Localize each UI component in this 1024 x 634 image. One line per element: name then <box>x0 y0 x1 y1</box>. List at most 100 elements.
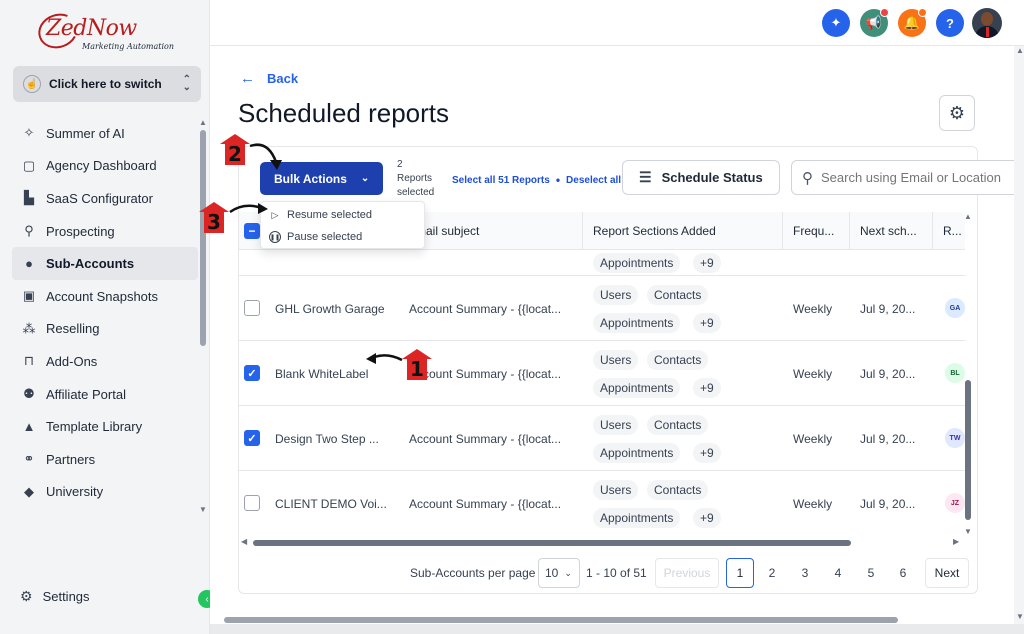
menu-item-pause-selected[interactable]: ❚❚ Pause selected <box>269 227 362 247</box>
sidebar-item-sub-accounts[interactable]: ● Sub-Accounts <box>12 247 198 280</box>
sidebar-item-prospecting[interactable]: ⚲ Prospecting <box>12 215 198 248</box>
sidebar-item-account-snapshots[interactable]: ▣ Account Snapshots <box>12 280 198 313</box>
section-chip: +9 <box>693 313 721 333</box>
account-switcher[interactable]: ☝ Click here to switch ⌃ ⌄ <box>13 66 201 102</box>
sidebar-item-settings[interactable]: ⚙ Settings <box>20 588 90 605</box>
column-report-sections[interactable]: Report Sections Added <box>582 212 782 250</box>
deselect-all-link[interactable]: Deselect all <box>566 175 621 186</box>
row-checkbox[interactable] <box>244 495 260 511</box>
scroll-left-icon[interactable]: ◀ <box>241 537 247 546</box>
row-checkbox[interactable] <box>244 300 260 316</box>
selection-links: Select all 51 Reports • Deselect all <box>452 173 621 187</box>
row-checkbox[interactable]: ✓ <box>244 365 260 381</box>
account-name: CLIENT DEMO Voi... <box>275 496 387 511</box>
page-button-6[interactable]: 6 <box>889 558 917 588</box>
scroll-thumb[interactable] <box>965 380 971 520</box>
avatar[interactable] <box>972 8 1002 38</box>
scroll-up-icon[interactable]: ▲ <box>964 212 972 221</box>
page-horizontal-scrollbar[interactable] <box>224 617 898 623</box>
page-button-1[interactable]: 1 <box>726 558 754 588</box>
sidebar-nav: ✧ Summer of AI ▢ Agency Dashboard ▙ SaaS Co… <box>12 117 198 508</box>
column-frequency[interactable]: Frequ... <box>782 212 849 250</box>
search-box: ⚲ <box>791 160 1021 195</box>
arrow-left-icon: ← <box>240 70 255 87</box>
network-icon: ⁂ <box>22 320 36 336</box>
frequency: Weekly <box>793 431 833 446</box>
sidebar-scrollbar[interactable] <box>200 130 206 346</box>
table-row[interactable]: ✓ Blank WhiteLabel Account Summary - {{l… <box>239 341 965 406</box>
sidebar-item-add-ons[interactable]: ⊓ Add-Ons <box>12 345 198 378</box>
logo-text: ZedNow <box>46 16 137 41</box>
sidebar-item-agency-dashboard[interactable]: ▢ Agency Dashboard <box>12 150 198 183</box>
previous-page-button[interactable]: Previous <box>655 558 719 588</box>
sidebar-item-reselling[interactable]: ⁂ Reselling <box>12 313 198 346</box>
select-all-link[interactable]: Select all 51 Reports <box>452 175 550 186</box>
sidebar-item-label: SaaS Configurator <box>46 190 153 206</box>
page-vertical-scrollbar[interactable]: ▲ ▼ <box>1014 46 1024 624</box>
section-chip: Appointments <box>593 378 681 398</box>
bell-icon[interactable]: 🔔 <box>898 8 927 37</box>
page-button-3[interactable]: 3 <box>791 558 819 588</box>
page-button-2[interactable]: 2 <box>758 558 786 588</box>
sidebar-scroll-up-icon[interactable]: ▲ <box>199 118 207 127</box>
scroll-down-icon[interactable]: ▼ <box>964 527 972 536</box>
back-link[interactable]: ← Back <box>240 70 298 87</box>
sparkle-icon: ✧ <box>23 125 35 141</box>
table-horizontal-scrollbar[interactable]: ◀ ▶ <box>239 537 965 548</box>
search-input[interactable] <box>821 170 1020 185</box>
page-button-4[interactable]: 4 <box>824 558 852 588</box>
scroll-thumb[interactable] <box>253 540 851 546</box>
chevron-up-down-icon: ⌃ ⌄ <box>182 74 191 93</box>
menu-item-label: Pause selected <box>287 231 363 243</box>
sidebar-scroll-down-icon[interactable]: ▼ <box>199 505 207 514</box>
brand-logo[interactable]: ZedNow Marketing Automation <box>33 8 188 56</box>
sidebar-item-summer-of-ai[interactable]: ✧ Summer of AI <box>12 117 198 150</box>
column-next-schedule[interactable]: Next sch... <box>849 212 932 250</box>
menu-item-resume-selected[interactable]: ▷ Resume selected <box>269 205 372 225</box>
per-page-select[interactable]: 10 ⌄ <box>538 558 580 588</box>
table-row[interactable]: ✓ Design Two Step ... Account Summary - … <box>239 406 965 471</box>
select-all-checkbox[interactable]: − <box>244 223 260 239</box>
back-label: Back <box>267 71 299 86</box>
frequency: Weekly <box>793 301 833 316</box>
user-icon: ● <box>25 256 33 272</box>
recipient-avatar: TW <box>945 428 965 448</box>
scroll-down-icon[interactable]: ▼ <box>1016 612 1024 621</box>
help-icon[interactable]: ? <box>936 9 964 37</box>
selection-count-number: 2 <box>397 159 403 170</box>
email-subject: Account Summary - {{locat... <box>409 366 562 381</box>
notification-dot <box>880 8 889 17</box>
account-name: Design Two Step ... <box>275 431 379 446</box>
row-checkbox[interactable]: ✓ <box>244 430 260 446</box>
email-subject: Account Summary - {{locat... <box>409 496 562 511</box>
megaphone-icon[interactable]: 📢 <box>860 8 889 37</box>
section-chip: Appointments <box>593 508 681 528</box>
scroll-right-icon[interactable]: ▶ <box>953 537 959 546</box>
chevron-down-icon: ⌄ <box>564 567 572 578</box>
next-page-button[interactable]: Next <box>925 558 969 588</box>
page-title: Scheduled reports <box>238 98 450 128</box>
sidebar-item-saas-configurator[interactable]: ▙ SaaS Configurator <box>12 182 198 215</box>
table-row[interactable]: Appointments +9 <box>239 250 965 276</box>
sidebar-item-label: Affiliate Portal <box>46 386 126 402</box>
magic-wand-icon[interactable]: ✦ <box>822 9 850 37</box>
report-settings-button[interactable]: ⚙ <box>939 95 975 131</box>
bulk-actions-label: Bulk Actions <box>274 171 347 186</box>
sidebar-item-label: Template Library <box>46 419 143 435</box>
table-vertical-scrollbar[interactable]: ▲ ▼ <box>963 212 973 538</box>
bulk-actions-button[interactable]: Bulk Actions ⌄ <box>260 162 383 195</box>
table-row[interactable]: CLIENT DEMO Voi... Account Summary - {{l… <box>239 471 965 536</box>
sidebar-item-university[interactable]: ◆ University <box>12 476 198 509</box>
sidebar-item-template-library[interactable]: ▲ Template Library <box>12 410 198 443</box>
page-button-5[interactable]: 5 <box>857 558 885 588</box>
sidebar-item-label: University <box>46 484 104 500</box>
column-email-subject[interactable]: Email subject <box>398 212 582 250</box>
sidebar-item-partners[interactable]: ⚭ Partners <box>12 443 198 476</box>
table-row[interactable]: GHL Growth Garage Account Summary - {{lo… <box>239 276 965 341</box>
schedule-status-button[interactable]: ☰ Schedule Status <box>622 160 780 195</box>
sidebar-item-affiliate-portal[interactable]: ⚉ Affiliate Portal <box>12 378 198 411</box>
scroll-up-icon[interactable]: ▲ <box>1016 46 1024 55</box>
next-schedule: Jul 9, 20... <box>860 366 916 381</box>
column-recipients[interactable]: R... <box>932 212 965 250</box>
pointer-icon: ☝ <box>23 75 41 93</box>
